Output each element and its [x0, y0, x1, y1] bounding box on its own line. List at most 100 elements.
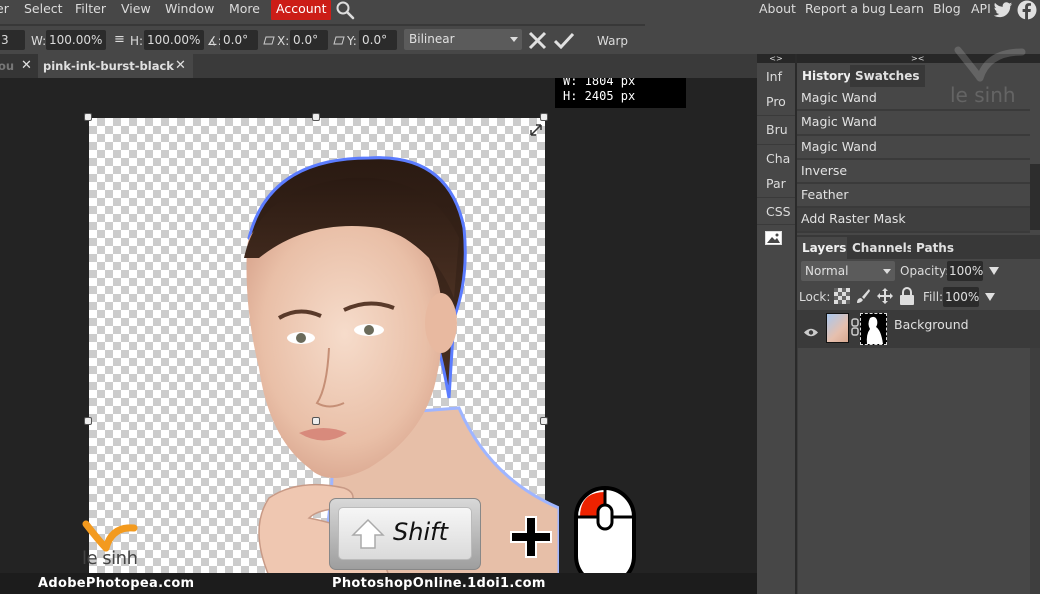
chevron-down-icon — [883, 269, 891, 274]
menu-more[interactable]: More — [229, 0, 260, 20]
menu-select[interactable]: Select — [24, 0, 63, 20]
watermark-logo: le sinh — [950, 46, 1026, 106]
skew-y-icon — [333, 34, 345, 48]
chain-link-icon[interactable] — [851, 318, 859, 340]
history-item[interactable]: Magic Wand — [797, 111, 1030, 136]
blog-link[interactable]: Blog — [933, 1, 961, 16]
fill-label: Fill: — [923, 290, 944, 304]
image-icon[interactable] — [765, 230, 782, 249]
tab-channels[interactable]: Channels — [847, 237, 919, 259]
layers-list-area[interactable] — [797, 348, 1030, 594]
opacity-dropdown-icon[interactable] — [989, 267, 999, 275]
history-item-current[interactable]: Add Raster Mask — [797, 208, 1030, 233]
history-scrollbar[interactable] — [1030, 164, 1040, 230]
search-icon[interactable] — [335, 0, 355, 20]
side-button-properties[interactable]: Pro — [757, 94, 795, 109]
transform-handle-top-left[interactable] — [84, 113, 92, 121]
collapse-strip-toggle[interactable]: <> — [757, 54, 795, 63]
tab-paths[interactable]: Paths — [911, 237, 959, 259]
height-field[interactable]: 100.00% — [144, 30, 204, 50]
skew-y-field[interactable]: 0.0° — [359, 30, 397, 50]
lock-transparency-icon[interactable] — [834, 288, 850, 308]
transform-handle-left[interactable] — [84, 417, 92, 425]
eye-visibility-icon[interactable] — [803, 323, 819, 342]
side-button-character[interactable]: Cha — [757, 151, 795, 166]
fill-dropdown-icon[interactable] — [985, 293, 995, 301]
side-button-brush[interactable]: Bru — [757, 122, 795, 137]
twitter-icon[interactable] — [993, 2, 1013, 23]
tab-history[interactable]: History — [797, 65, 857, 87]
blend-mode-select[interactable]: Normal — [801, 261, 895, 281]
angle-field[interactable]: 0.0° — [220, 30, 258, 50]
history-item[interactable]: Feather — [797, 184, 1030, 209]
menu-window[interactable]: Window — [165, 0, 214, 20]
menu-layer[interactable]: er — [0, 0, 9, 20]
divider — [757, 197, 795, 198]
opacity-field[interactable]: 100% — [947, 261, 983, 281]
side-button-css[interactable]: CSS — [757, 204, 795, 219]
link-dimensions-icon[interactable]: ≡ — [114, 32, 125, 47]
resize-cursor-icon — [529, 122, 543, 141]
tab-label: pink-ink-burst-black — [43, 59, 174, 73]
panel-side-strip: <> Inf Pro Bru Cha Par CSS — [757, 54, 795, 594]
x-field[interactable]: 3 px — [0, 30, 25, 67]
history-item[interactable]: Inverse — [797, 159, 1030, 185]
side-button-paragraph[interactable]: Par — [757, 176, 795, 191]
logo-text: le sinh — [82, 548, 138, 569]
side-button-info[interactable]: Inf — [757, 69, 795, 84]
shift-arrow-icon — [351, 518, 385, 549]
collapse-label: >< — [911, 54, 925, 63]
tab-document-2[interactable]: pink-ink-burst-black ✕ — [38, 54, 193, 78]
menu-bar: er Select Filter View Window More Accoun… — [0, 0, 1040, 26]
cancel-transform-icon[interactable] — [528, 31, 547, 54]
lesinh-logo: le sinh — [80, 518, 140, 570]
layer-row-background[interactable]: Background — [797, 310, 1040, 348]
transform-handle-center[interactable] — [312, 417, 320, 425]
tab-swatches[interactable]: Swatches — [850, 65, 925, 87]
tab-layers[interactable]: Layers — [797, 237, 852, 259]
about-link[interactable]: About — [759, 1, 796, 16]
api-link[interactable]: API — [971, 1, 991, 16]
skew-y-label: Y: — [347, 34, 357, 48]
photopea-app: er Select Filter View Window More Accoun… — [0, 0, 1040, 594]
transform-handle-top-right[interactable] — [540, 113, 548, 121]
divider — [757, 115, 795, 116]
close-icon[interactable]: ✕ — [21, 54, 32, 78]
layer-name: Background — [894, 317, 969, 332]
tab-document-1[interactable]: ou ✕ — [0, 54, 38, 78]
interpolation-value: Bilinear — [409, 32, 455, 46]
account-button[interactable]: Account — [271, 0, 332, 20]
facebook-icon[interactable] — [1017, 0, 1037, 24]
layer-thumbnail — [826, 313, 849, 343]
interpolation-select[interactable]: Bilinear — [404, 29, 522, 50]
layer-mask-thumbnail[interactable] — [860, 313, 887, 345]
opacity-label: Opacity: — [900, 264, 950, 278]
fill-field[interactable]: 100% — [943, 287, 979, 307]
transform-handle-top[interactable] — [312, 113, 320, 121]
lock-pixels-brush-icon[interactable] — [855, 288, 871, 308]
transform-handle-right[interactable] — [540, 417, 548, 425]
width-label: W: — [31, 34, 47, 48]
shift-key-label: Shift — [393, 518, 448, 546]
svg-text:le sinh: le sinh — [950, 83, 1016, 106]
commit-transform-icon[interactable] — [553, 32, 575, 53]
divider — [757, 144, 795, 145]
lock-all-icon[interactable] — [899, 287, 915, 309]
caption-right: PhotoshopOnline.1doi1.com — [332, 576, 546, 591]
width-field[interactable]: 100.00% — [46, 30, 106, 50]
divider — [757, 224, 795, 225]
menu-view[interactable]: View — [121, 0, 151, 20]
history-item[interactable]: Magic Wand — [797, 135, 1030, 160]
lock-position-move-icon[interactable] — [876, 287, 894, 309]
menu-filter[interactable]: Filter — [75, 0, 106, 20]
warp-button[interactable]: Warp — [597, 34, 628, 48]
skew-x-label: X: — [277, 34, 290, 48]
close-icon[interactable]: ✕ — [175, 54, 186, 78]
shift-key-graphic: Shift — [329, 498, 481, 570]
chevron-down-icon — [510, 37, 518, 42]
layers-scrollbar[interactable] — [1030, 348, 1040, 594]
dimension-readout: W: 1804 px H: 2405 px — [555, 78, 686, 108]
report-bug-link[interactable]: Report a bug — [805, 1, 886, 16]
skew-x-field[interactable]: 0.0° — [290, 30, 328, 50]
learn-link[interactable]: Learn — [889, 1, 924, 16]
